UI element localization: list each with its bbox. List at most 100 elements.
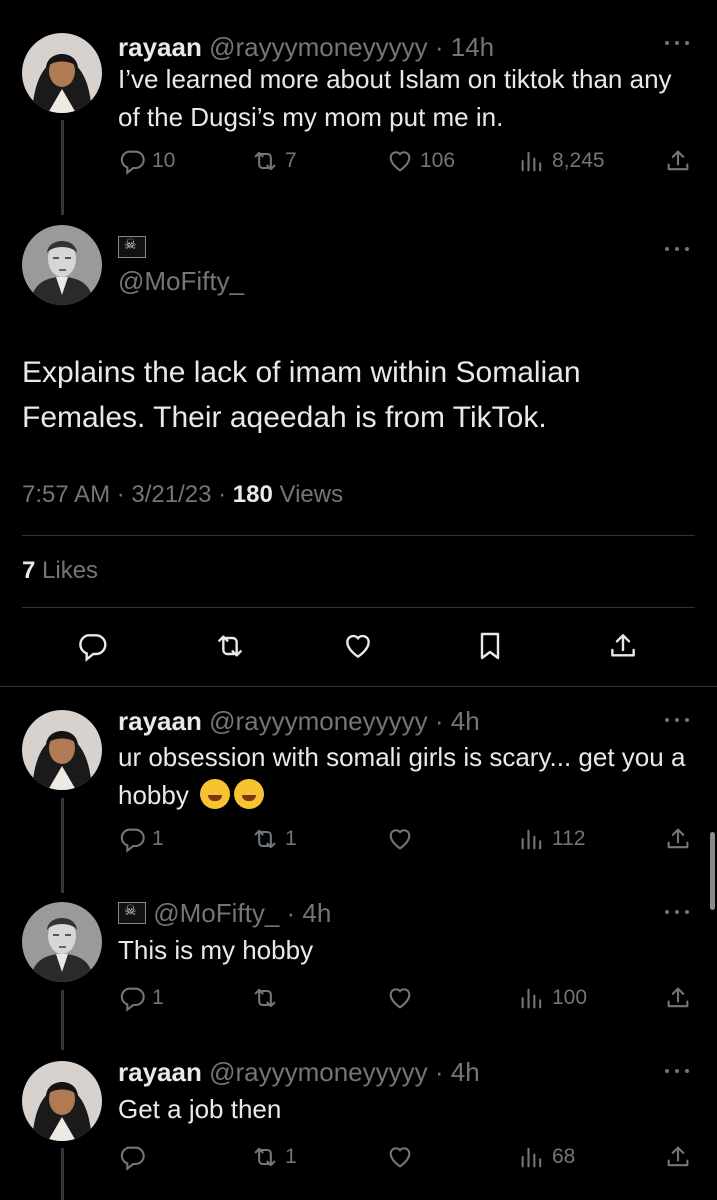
thread-line bbox=[61, 798, 64, 893]
action-bar: 1 68 bbox=[118, 1141, 698, 1173]
views-button[interactable]: 112 bbox=[518, 823, 585, 855]
retweet-button[interactable] bbox=[214, 630, 246, 662]
action-bar: 1 1 112 bbox=[118, 823, 698, 855]
display-name[interactable]: rayaan bbox=[118, 1057, 202, 1087]
handle[interactable]: @MoFifty_ bbox=[118, 266, 244, 297]
action-bar: 1 100 bbox=[118, 982, 698, 1014]
reply-icon bbox=[118, 1143, 146, 1171]
views-icon bbox=[518, 825, 546, 853]
heart-icon bbox=[386, 984, 414, 1012]
rofl-emoji-icon bbox=[200, 779, 231, 809]
like-button[interactable]: 106 bbox=[386, 145, 455, 177]
avatar[interactable] bbox=[22, 902, 102, 982]
rofl-emoji-icon bbox=[234, 779, 265, 809]
display-name[interactable]: rayaan bbox=[118, 32, 202, 62]
main-action-bar bbox=[0, 630, 717, 670]
separator-dot: · bbox=[427, 706, 451, 736]
views-count: 100 bbox=[552, 986, 588, 1009]
main-tweet-text: Explains the lack of imam within Somalia… bbox=[22, 356, 581, 434]
more-options-icon[interactable] bbox=[665, 1067, 691, 1075]
bookmark-button[interactable] bbox=[474, 630, 506, 662]
separator-dot: · bbox=[110, 481, 132, 508]
tweet-header: rayaan @rayyymoneyyyyy · 14h bbox=[118, 32, 494, 63]
share-button[interactable] bbox=[607, 630, 639, 662]
heart-icon bbox=[386, 825, 414, 853]
views-label: Views bbox=[272, 481, 344, 508]
bookmark-icon bbox=[474, 630, 506, 662]
retweet-count: 1 bbox=[285, 827, 297, 850]
post-time[interactable]: 7:57 AM bbox=[22, 481, 110, 508]
views-count: 180 bbox=[232, 481, 273, 508]
views-count: 68 bbox=[552, 1145, 576, 1168]
tweet-text: This is my hobby bbox=[118, 935, 314, 965]
more-options-icon[interactable] bbox=[665, 908, 691, 916]
divider bbox=[22, 607, 695, 608]
like-button[interactable] bbox=[386, 982, 420, 1014]
like-button[interactable] bbox=[386, 823, 420, 855]
share-button[interactable] bbox=[664, 823, 692, 855]
handle[interactable]: @rayyymoneyyyyy bbox=[209, 32, 428, 62]
reply-button[interactable] bbox=[118, 1141, 152, 1173]
like-button[interactable] bbox=[386, 1141, 420, 1173]
separator-dot: · bbox=[211, 481, 233, 508]
share-icon bbox=[664, 984, 692, 1012]
retweet-icon bbox=[251, 984, 279, 1012]
thread-line bbox=[61, 1148, 64, 1200]
handle[interactable]: @rayyymoneyyyyy bbox=[209, 1057, 428, 1087]
views-button[interactable]: 100 bbox=[518, 982, 587, 1014]
like-button[interactable] bbox=[342, 630, 374, 662]
retweet-button[interactable] bbox=[251, 982, 285, 1014]
more-options-icon[interactable] bbox=[665, 39, 691, 47]
views-icon bbox=[518, 1143, 546, 1171]
timestamp[interactable]: 14h bbox=[451, 32, 494, 62]
share-button[interactable] bbox=[664, 982, 692, 1014]
share-button[interactable] bbox=[664, 145, 692, 177]
likes-count: 7 bbox=[22, 557, 36, 584]
views-button[interactable]: 68 bbox=[518, 1141, 575, 1173]
handle[interactable]: @MoFifty_ bbox=[153, 898, 279, 928]
views-button[interactable]: 8,245 bbox=[518, 145, 605, 177]
more-options-icon[interactable] bbox=[665, 245, 691, 253]
share-button[interactable] bbox=[664, 1141, 692, 1173]
tweet-text: ur obsession with somali girls is scary.… bbox=[118, 738, 698, 814]
tweet-text: Get a job then bbox=[118, 1094, 282, 1124]
avatar[interactable] bbox=[22, 225, 102, 305]
reply-button[interactable]: 10 bbox=[118, 145, 175, 177]
retweet-count: 1 bbox=[285, 1145, 297, 1168]
reply-button[interactable] bbox=[76, 630, 108, 662]
divider bbox=[22, 535, 695, 536]
separator-dot: · bbox=[427, 32, 451, 62]
scrollbar[interactable] bbox=[710, 832, 715, 910]
more-options-icon[interactable] bbox=[665, 716, 691, 724]
views-icon bbox=[518, 147, 546, 175]
share-icon bbox=[664, 825, 692, 853]
heart-icon bbox=[386, 147, 414, 175]
retweet-icon bbox=[251, 147, 279, 175]
retweet-button[interactable]: 1 bbox=[251, 1141, 297, 1173]
avatar[interactable] bbox=[22, 33, 102, 113]
views-count: 112 bbox=[552, 827, 586, 850]
avatar[interactable] bbox=[22, 710, 102, 790]
reply-button[interactable]: 1 bbox=[118, 823, 164, 855]
tweet-meta: 7:57 AM · 3/21/23 · 180 Views bbox=[22, 481, 343, 509]
retweet-button[interactable]: 7 bbox=[251, 145, 297, 177]
avatar[interactable] bbox=[22, 1061, 102, 1141]
likes-summary[interactable]: 7 Likes bbox=[22, 557, 98, 585]
display-name[interactable]: rayaan bbox=[118, 706, 202, 736]
tweet-header: rayaan @rayyymoneyyyyy · 4h bbox=[118, 1057, 480, 1088]
tweet-header: rayaan @rayyymoneyyyyy · 4h bbox=[118, 706, 480, 737]
timestamp[interactable]: 4h bbox=[302, 898, 331, 928]
reply-button[interactable]: 1 bbox=[118, 982, 164, 1014]
like-count: 106 bbox=[420, 149, 456, 172]
divider bbox=[0, 686, 717, 687]
post-date[interactable]: 3/21/23 bbox=[131, 481, 211, 508]
timestamp[interactable]: 4h bbox=[451, 706, 480, 736]
share-icon bbox=[664, 1143, 692, 1171]
retweet-button[interactable]: 1 bbox=[251, 823, 297, 855]
heart-icon bbox=[386, 1143, 414, 1171]
likes-label: Likes bbox=[35, 557, 99, 584]
pirate-flag-icon bbox=[118, 236, 146, 261]
timestamp[interactable]: 4h bbox=[451, 1057, 480, 1087]
heart-icon bbox=[342, 630, 374, 662]
handle[interactable]: @rayyymoneyyyyy bbox=[209, 706, 428, 736]
